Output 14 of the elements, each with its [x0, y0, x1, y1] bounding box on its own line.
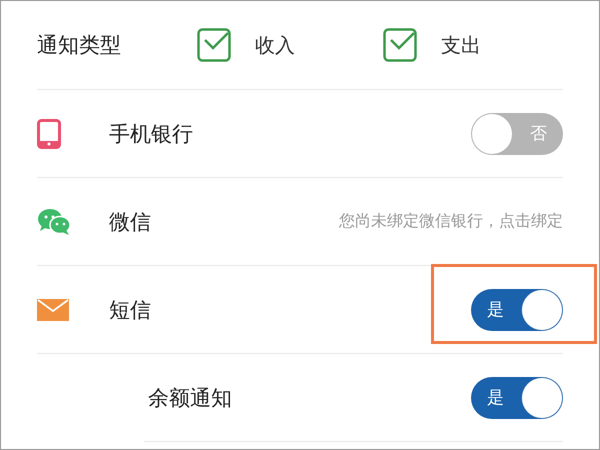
checkbox[interactable]: [383, 28, 417, 62]
toggle-switch[interactable]: 是: [471, 288, 563, 330]
channel-label: 短信: [109, 296, 151, 324]
channel-label: 手机银行: [109, 120, 193, 148]
channel-label: 微信: [109, 208, 151, 236]
envelope-icon: [37, 298, 69, 320]
chat-icon: [37, 208, 71, 236]
checkbox-label: 支出: [441, 32, 481, 58]
toggle-switch[interactable]: 是: [471, 376, 563, 418]
checkbox[interactable]: [197, 28, 231, 62]
section-label: 通知类型: [37, 32, 121, 59]
phone-icon: [37, 118, 61, 148]
channel-label: 余额通知: [148, 384, 232, 412]
checkbox-label: 收入: [255, 32, 295, 58]
